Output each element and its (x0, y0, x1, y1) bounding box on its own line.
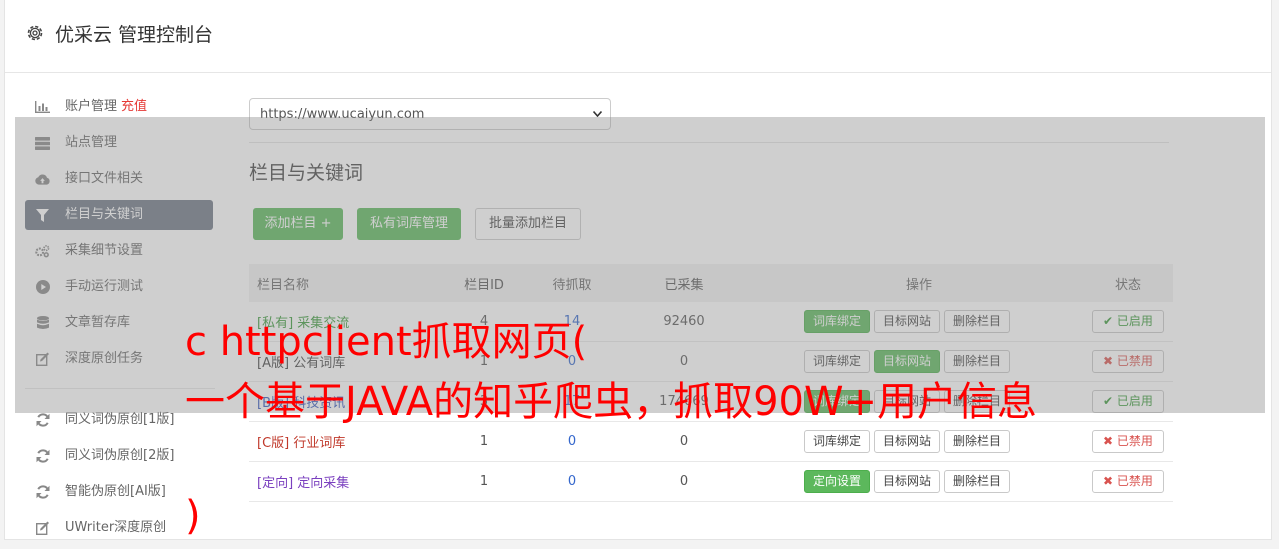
status-label: 已禁用 (1116, 474, 1153, 488)
overlay-title-line-3: ) (185, 493, 201, 539)
status-label: 已禁用 (1116, 434, 1153, 448)
sidebar-item-synonym-v2[interactable]: 同义词伪原创[2版] (25, 441, 213, 471)
row-id: 1 (479, 474, 489, 489)
table-row: [定向] 定向采集 1 0 0 定向设置 目标网站 删除栏目 ✖ 已禁用 (249, 462, 1173, 502)
row-id: 1 (479, 434, 489, 449)
refresh-icon (35, 413, 50, 427)
recharge-link[interactable]: 充值 (121, 99, 147, 114)
bind-lexicon-button[interactable]: 词库绑定 (804, 430, 871, 453)
delete-column-button[interactable]: 删除栏目 (944, 430, 1011, 453)
table-row: [C版] 行业词库 1 0 0 词库绑定 目标网站 删除栏目 ✖ 已禁用 (249, 422, 1173, 462)
target-site-button[interactable]: 目标网站 (874, 430, 941, 453)
status-disabled-button[interactable]: ✖ 已禁用 (1092, 470, 1164, 493)
overlay-title-line-1: c httpclient抓取网页( (185, 319, 588, 365)
sidebar-item-label: 同义词伪原创[2版] (65, 448, 175, 463)
row-name[interactable]: 行业词库 (293, 432, 345, 451)
row-pending: 0 (567, 474, 577, 489)
gear-icon (27, 25, 43, 41)
gray-overlay (15, 117, 1265, 413)
sidebar-item-label: 同义词伪原创[1版] (65, 412, 175, 427)
sidebar-item-label: UWriter深度原创 (65, 520, 167, 535)
row-ops: 词库绑定 目标网站 删除栏目 (804, 422, 1034, 461)
top-bar: 优采云 管理控制台 (5, 0, 1271, 73)
row-done: 0 (679, 474, 689, 489)
bar-chart-icon (35, 100, 50, 114)
row-tag: [C版] (257, 436, 290, 451)
delete-column-button[interactable]: 删除栏目 (944, 470, 1011, 493)
row-pending: 0 (567, 434, 577, 449)
refresh-icon (35, 449, 50, 463)
edit-icon (35, 521, 50, 535)
page-title: 优采云 管理控制台 (55, 24, 214, 46)
row-ops: 定向设置 目标网站 删除栏目 (804, 462, 1034, 501)
status-disabled-button[interactable]: ✖ 已禁用 (1092, 430, 1164, 453)
row-name[interactable]: 定向采集 (297, 472, 349, 491)
target-site-button[interactable]: 目标网站 (874, 470, 941, 493)
sidebar-item-label: 智能伪原创[AI版] (65, 484, 166, 499)
overlay-title-line-2: 一个基于JAVA的知乎爬虫，抓取90W+用户信息 (185, 379, 1038, 425)
directed-settings-button[interactable]: 定向设置 (804, 470, 871, 493)
row-tag: [定向] (257, 476, 294, 491)
row-done: 0 (679, 434, 689, 449)
refresh-icon (35, 485, 50, 499)
sidebar-item-label: 账户管理 (65, 99, 118, 114)
